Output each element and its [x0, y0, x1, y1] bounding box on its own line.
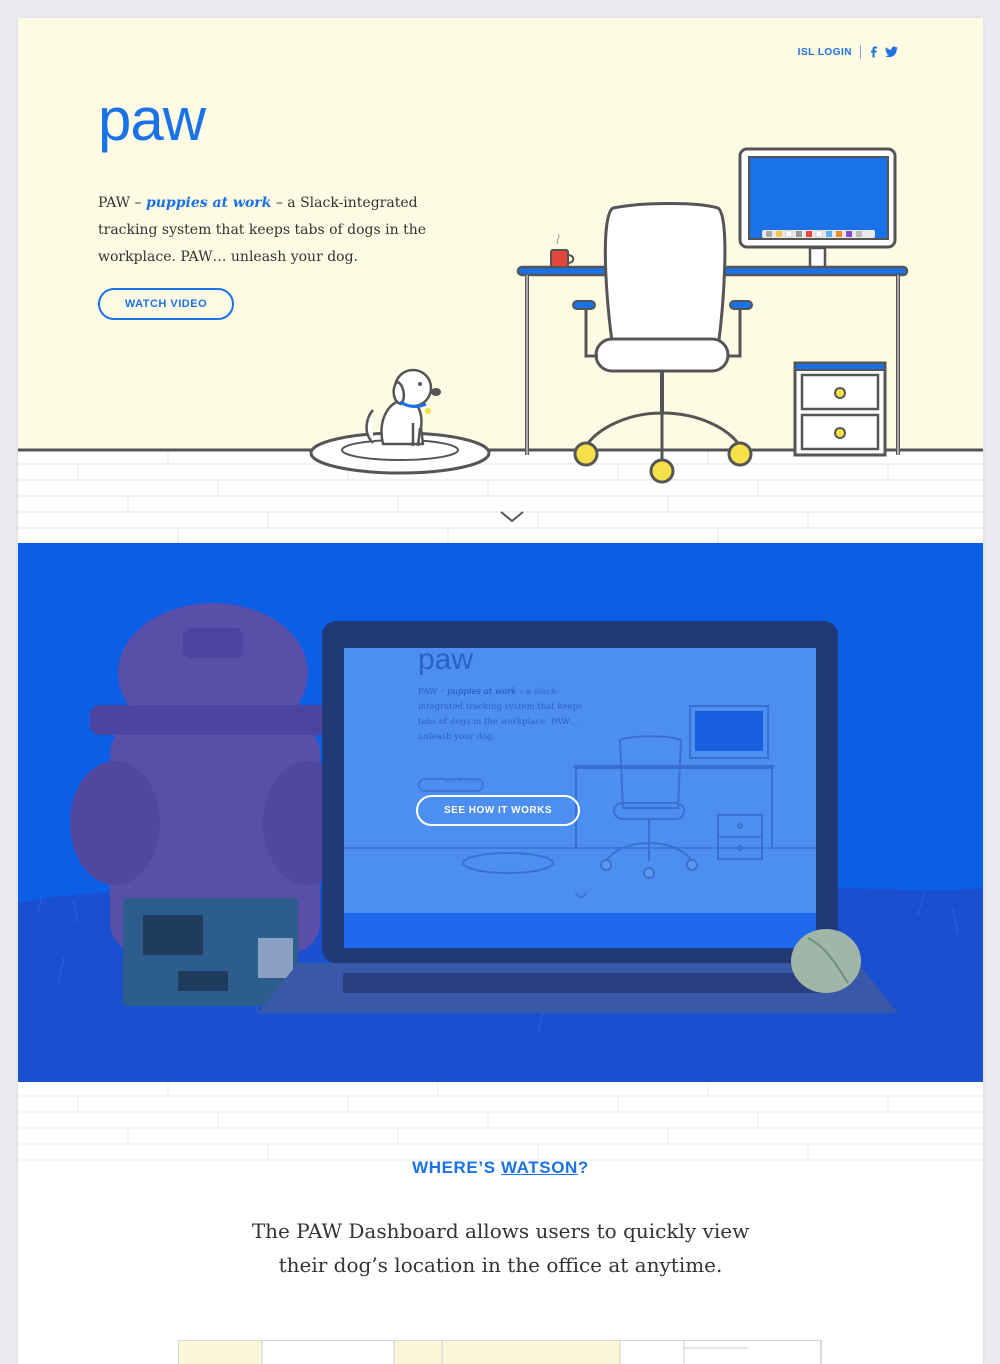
file-cabinet	[793, 361, 887, 457]
monitor	[738, 147, 897, 269]
watson-link[interactable]: WATSON	[501, 1158, 578, 1177]
laptop-screen-floor	[344, 913, 816, 948]
tennis-ball	[791, 929, 861, 993]
circuit-board	[123, 898, 298, 1006]
laptop-watch-video: WATCH VIDEO	[444, 779, 480, 785]
laptop-intro-emphasis: puppies at work	[447, 687, 517, 697]
office-chair	[572, 202, 753, 484]
see-how-it-works-button[interactable]: SEE HOW IT WORKS	[416, 795, 580, 826]
hero-section: ISL LOGIN paw PAW – puppies at work – a …	[18, 18, 983, 543]
scroll-down-chevron-icon[interactable]	[499, 510, 525, 524]
page: ISL LOGIN paw PAW – puppies at work – a …	[18, 18, 983, 1364]
watson-section: WHERE’S WATSON? The PAW Dashboard allows…	[18, 1082, 983, 1364]
heading-prefix: WHERE’S	[412, 1158, 501, 1177]
laptop-screen-content: paw PAW – puppies at work – a slack-inte…	[418, 643, 598, 785]
laptop-intro-text: PAW – puppies at work – a slack-integrat…	[418, 685, 598, 745]
dashboard-preview	[178, 1340, 822, 1364]
product-photo-section: paw PAW – puppies at work – a slack-inte…	[18, 543, 983, 1082]
laptop-paw-logo: paw	[418, 643, 474, 676]
office-illustration	[18, 147, 983, 484]
laptop-intro-prefix: PAW –	[418, 687, 448, 697]
heading-suffix: ?	[577, 1158, 589, 1177]
wheres-watson-heading: WHERE’S WATSON?	[18, 1158, 983, 1178]
coffee-mug	[550, 233, 575, 268]
dashboard-description: The PAW Dashboard allows users to quickl…	[251, 1219, 750, 1277]
